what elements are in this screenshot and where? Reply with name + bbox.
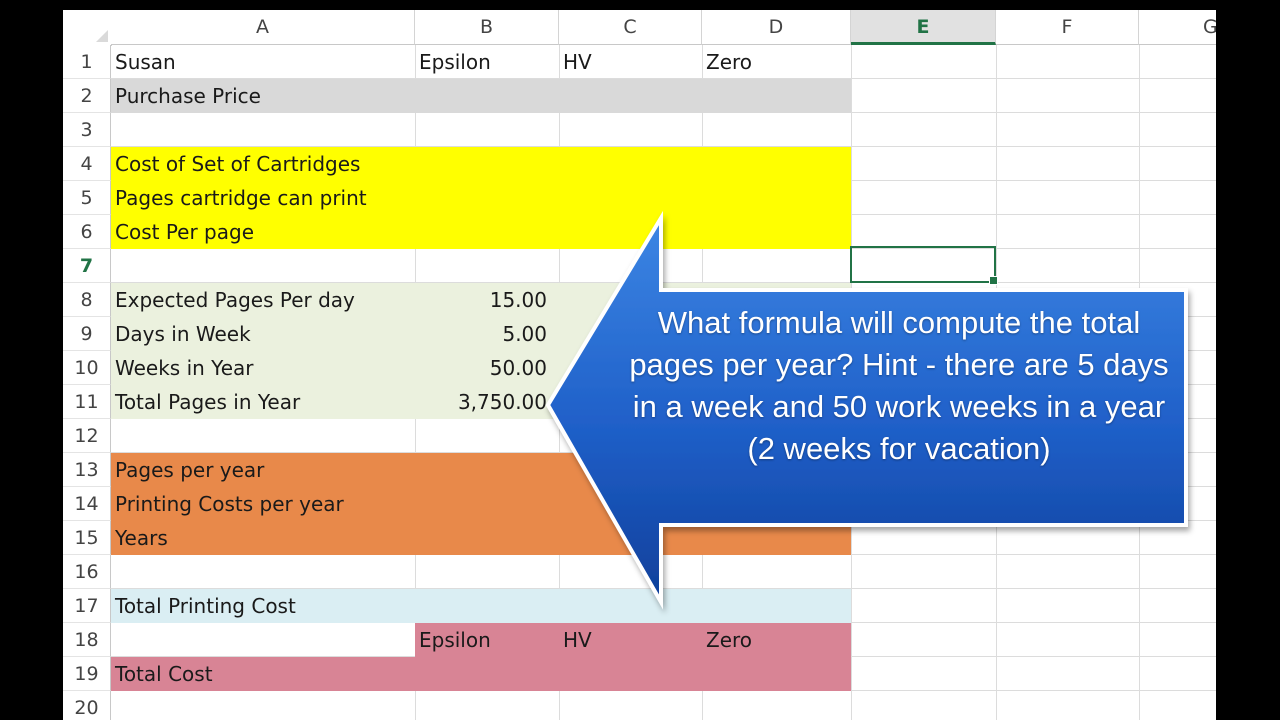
- cell-a19[interactable]: Total Cost: [115, 657, 213, 691]
- row-header[interactable]: 3: [63, 113, 111, 147]
- cell-b18[interactable]: Epsilon: [419, 623, 491, 657]
- active-cell-selection[interactable]: [850, 246, 998, 285]
- fill-handle[interactable]: [989, 276, 998, 285]
- row-header[interactable]: 15: [63, 521, 111, 555]
- cell-a2[interactable]: Purchase Price: [115, 79, 261, 113]
- row-header[interactable]: 11: [63, 385, 111, 419]
- cell-c18[interactable]: HV: [563, 623, 592, 657]
- row-header[interactable]: 18: [63, 623, 111, 657]
- column-header-a[interactable]: A: [111, 10, 415, 45]
- row-header[interactable]: 16: [63, 555, 111, 589]
- row-header[interactable]: 10: [63, 351, 111, 385]
- row-header[interactable]: 2: [63, 79, 111, 113]
- row-header[interactable]: 1: [63, 45, 111, 79]
- column-header-d[interactable]: D: [702, 10, 851, 45]
- row-header[interactable]: 20: [63, 691, 111, 720]
- row-header-selected[interactable]: 7: [63, 249, 111, 283]
- row-header[interactable]: 13: [63, 453, 111, 487]
- cell-a10[interactable]: Weeks in Year: [115, 351, 254, 385]
- row-header[interactable]: 14: [63, 487, 111, 521]
- cell-a6[interactable]: Cost Per page: [115, 215, 254, 249]
- row-header[interactable]: 9: [63, 317, 111, 351]
- row-header[interactable]: 12: [63, 419, 111, 453]
- row-header[interactable]: 4: [63, 147, 111, 181]
- cell-a1[interactable]: Susan: [115, 45, 176, 79]
- row-header[interactable]: 5: [63, 181, 111, 215]
- cell-a14[interactable]: Printing Costs per year: [115, 487, 344, 521]
- column-header-f[interactable]: F: [996, 10, 1139, 45]
- cell-a9[interactable]: Days in Week: [115, 317, 251, 351]
- cell-d18[interactable]: Zero: [706, 623, 752, 657]
- cell-b1[interactable]: Epsilon: [419, 45, 491, 79]
- cell-a15[interactable]: Years: [115, 521, 168, 555]
- cell-d1[interactable]: Zero: [706, 45, 752, 79]
- row-header[interactable]: 19: [63, 657, 111, 691]
- cell-b11[interactable]: 3,750.00: [415, 385, 547, 419]
- row-header[interactable]: 6: [63, 215, 111, 249]
- cell-b10[interactable]: 50.00: [415, 351, 547, 385]
- cell-a4[interactable]: Cost of Set of Cartridges: [115, 147, 360, 181]
- column-header-b[interactable]: B: [415, 10, 559, 45]
- column-header-g[interactable]: G: [1139, 10, 1216, 45]
- cell-b9[interactable]: 5.00: [415, 317, 547, 351]
- column-header-e[interactable]: E: [851, 10, 996, 45]
- cell-b8[interactable]: 15.00: [415, 283, 547, 317]
- cell-a5[interactable]: Pages cartridge can print: [115, 181, 367, 215]
- row-fill-pink: [111, 657, 851, 691]
- cell-a13[interactable]: Pages per year: [115, 453, 264, 487]
- cell-a8[interactable]: Expected Pages Per day: [115, 283, 355, 317]
- cell-c1[interactable]: HV: [563, 45, 592, 79]
- cell-a17[interactable]: Total Printing Cost: [115, 589, 296, 623]
- select-all-corner[interactable]: [63, 10, 112, 46]
- callout-text: What formula will compute the total page…: [629, 305, 1169, 466]
- cell-a11[interactable]: Total Pages in Year: [115, 385, 300, 419]
- row-header[interactable]: 17: [63, 589, 111, 623]
- column-header-c[interactable]: C: [559, 10, 702, 45]
- row-header[interactable]: 8: [63, 283, 111, 317]
